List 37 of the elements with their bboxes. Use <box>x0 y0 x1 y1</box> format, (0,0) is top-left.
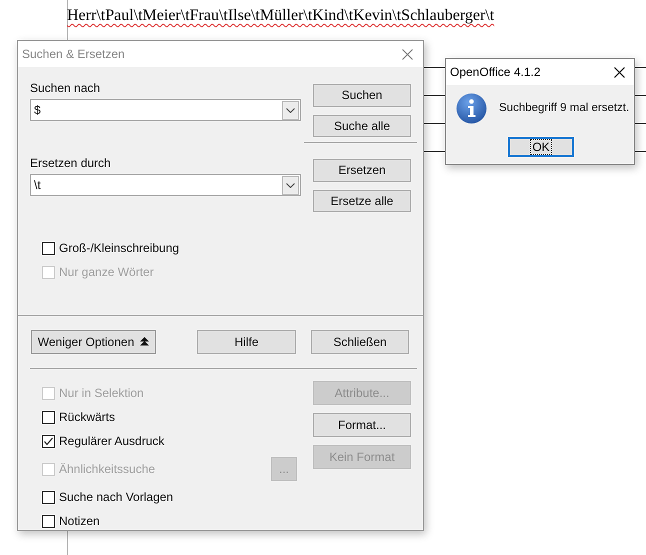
message-text: Suchbegriff 9 mal ersetzt. <box>499 102 630 114</box>
checkbox-label: Regulärer Ausdruck <box>59 434 164 448</box>
help-button[interactable]: Hilfe <box>197 330 296 354</box>
dropdown-button[interactable] <box>282 100 299 120</box>
checkbox-label: Notizen <box>59 514 100 528</box>
search-button[interactable]: Suchen <box>313 84 411 106</box>
checkbox[interactable] <box>42 410 55 424</box>
double-up-arrow-icon <box>140 337 150 347</box>
caret-icon <box>286 108 295 112</box>
search-button[interactable]: Suche alle <box>313 114 411 137</box>
checkbox-label: Ähnlichkeitssuche <box>59 462 156 476</box>
checkbox-label: Groß-/Kleinschreibung <box>59 241 180 255</box>
window-title: Suchen & Ersetzen <box>22 47 125 61</box>
checkbox-label: Rückwärts <box>59 410 116 424</box>
ok-button[interactable]: OK <box>508 137 574 157</box>
checkbox[interactable] <box>42 490 55 504</box>
replace-button[interactable]: Ersetze alle <box>313 190 411 212</box>
window-title: OpenOffice 4.1.2 <box>450 65 541 79</box>
close-button[interactable]: Schließen <box>311 330 409 354</box>
replace-button[interactable]: Ersetzen <box>313 159 411 182</box>
checkbox-label: Suche nach Vorlagen <box>59 490 174 504</box>
format-button[interactable]: Format... <box>313 413 411 437</box>
document-text: Herr\tPaul\tMeier\tFrau\tIlse\tMüller\tKind\tKevin\tSchlauberger\t <box>67 7 494 25</box>
replace-field[interactable]: \t <box>30 174 301 196</box>
close-icon[interactable] <box>614 66 625 78</box>
caret-icon <box>286 182 295 188</box>
info-icon <box>456 92 487 124</box>
checkbox[interactable] <box>42 514 55 528</box>
checkbox-label: Nur in Selektion <box>59 386 144 400</box>
dropdown-button[interactable] <box>282 176 299 194</box>
fewer-options-button[interactable]: Weniger Optionen <box>31 330 156 354</box>
checkbox[interactable] <box>42 434 55 448</box>
replace-label: Ersetzen durch <box>30 156 112 172</box>
search-field[interactable]: $ <box>30 99 301 121</box>
search-label: Suchen nach <box>30 81 102 97</box>
checkbox-label: Nur ganze Wörter <box>59 265 154 279</box>
checkbox[interactable] <box>42 242 55 254</box>
